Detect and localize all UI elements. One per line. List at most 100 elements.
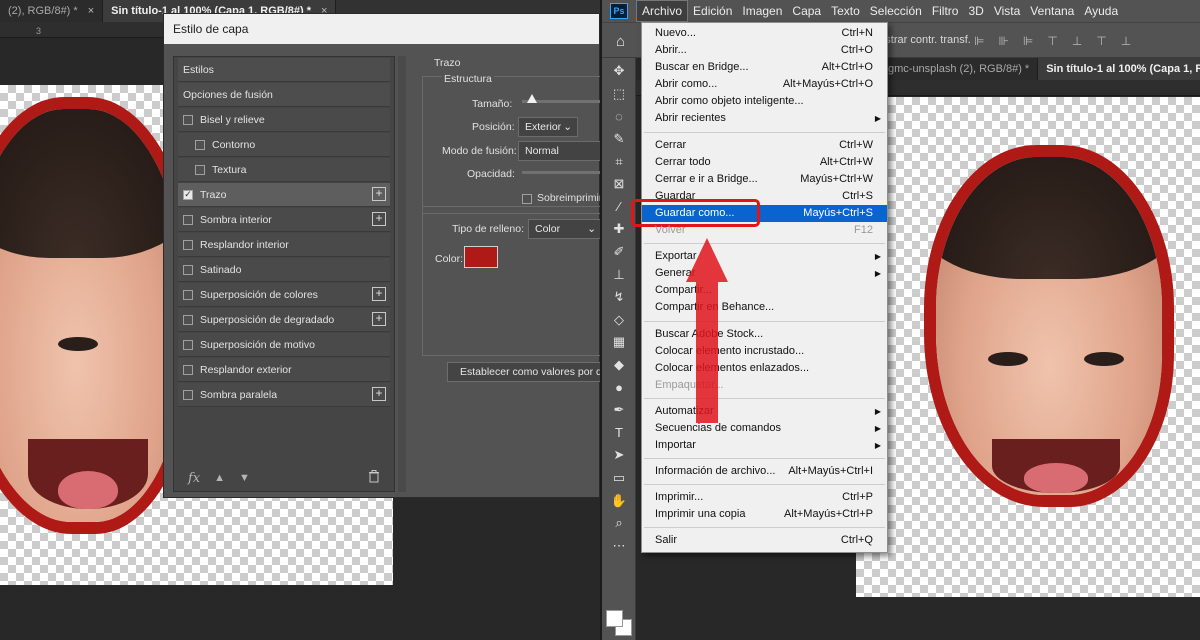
file-menu-item[interactable]: Nuevo... Ctrl+N <box>642 25 887 42</box>
zoom-tool-icon[interactable]: ⌕ <box>602 512 636 535</box>
style-item[interactable]: Superposición de colores + <box>178 283 390 307</box>
marquee-tool-icon[interactable]: ⬚ <box>602 83 636 106</box>
blend-mode-select[interactable]: Normal <box>518 141 600 161</box>
file-menu-item[interactable]: Abrir como... Alt+Mayús+Ctrl+O <box>642 76 887 93</box>
styles-scrollbar[interactable] <box>398 56 406 492</box>
distribute-icon[interactable]: ⊥ <box>1121 34 1131 48</box>
move-up-icon[interactable]: ▲ <box>214 472 225 484</box>
move-down-icon[interactable]: ▼ <box>239 472 250 484</box>
path-select-tool-icon[interactable]: ➤ <box>602 444 636 467</box>
foreground-background-colors[interactable] <box>606 602 632 636</box>
style-item[interactable]: Superposición de degradado + <box>178 308 390 332</box>
style-checkbox[interactable] <box>183 114 193 125</box>
file-menu-item[interactable]: Buscar Adobe Stock... <box>642 326 887 343</box>
reset-defaults-button[interactable]: Establecer como valores por defecto <box>447 362 600 382</box>
overprint-checkbox[interactable] <box>522 194 532 204</box>
menu-selecci-n[interactable]: Selección <box>865 0 927 22</box>
menu-vista[interactable]: Vista <box>989 0 1025 22</box>
move-tool-icon[interactable]: ✥ <box>602 60 636 83</box>
file-menu-item[interactable]: Imprimir... Ctrl+P <box>642 489 887 506</box>
file-menu-item[interactable]: Automatizar ▶ <box>642 403 887 420</box>
more-tools-icon[interactable]: ⋯ <box>602 534 636 557</box>
fx-icon[interactable]: fx <box>188 471 200 486</box>
styles-header[interactable]: Estilos <box>178 58 390 82</box>
crop-tool-icon[interactable]: ⌗ <box>602 150 636 173</box>
style-checkbox[interactable] <box>183 239 193 250</box>
file-menu-item[interactable]: Generar ▶ <box>642 265 887 282</box>
trash-icon[interactable] <box>368 470 380 486</box>
document-canvas[interactable] <box>856 97 1200 597</box>
menu-filtro[interactable]: Filtro <box>927 0 964 22</box>
menu-imagen[interactable]: Imagen <box>737 0 787 22</box>
file-menu-item[interactable]: Exportar ▶ <box>642 248 887 265</box>
file-menu-item[interactable]: Abrir recientes ▶ <box>642 110 887 127</box>
history-brush-tool-icon[interactable]: ↯ <box>602 286 636 309</box>
style-item[interactable]: Textura <box>178 158 390 182</box>
style-item[interactable]: Sombra interior + <box>178 208 390 232</box>
fill-type-select[interactable]: Color ⌄ <box>528 219 600 239</box>
style-checkbox[interactable] <box>195 139 205 150</box>
file-menu-item[interactable]: Cerrar Ctrl+W <box>642 137 887 154</box>
doc-tab-previous[interactable]: (2), RGB/8#) * × <box>0 0 104 22</box>
file-menu-item[interactable]: Importar ▶ <box>642 437 887 454</box>
style-item[interactable]: Resplandor interior <box>178 233 390 257</box>
menu-capa[interactable]: Capa <box>787 0 826 22</box>
style-checkbox[interactable] <box>183 214 193 225</box>
distribute-icon[interactable]: ⊤ <box>1096 34 1106 48</box>
gradient-tool-icon[interactable]: ▦ <box>602 331 636 354</box>
menu-edici-n[interactable]: Edición <box>688 0 737 22</box>
menu-ayuda[interactable]: Ayuda <box>1079 0 1123 22</box>
style-item[interactable]: ✓ Trazo + <box>178 183 390 207</box>
file-menu-item[interactable]: Compartir en Behance... <box>642 299 887 316</box>
blending-options[interactable]: Opciones de fusión <box>178 83 390 107</box>
dodge-tool-icon[interactable]: ● <box>602 376 636 399</box>
style-item[interactable]: Sombra paralela + <box>178 383 390 407</box>
doc-tab-current[interactable]: Sin título-1 al 100% (Capa 1, RGB/8#) * <box>1038 58 1200 80</box>
file-menu-item[interactable]: Abrir... Ctrl+O <box>642 42 887 59</box>
style-item[interactable]: Contorno <box>178 133 390 157</box>
menu-ventana[interactable]: Ventana <box>1025 0 1079 22</box>
align-middle-icon[interactable]: ⊥ <box>1072 34 1082 48</box>
style-checkbox[interactable] <box>183 289 193 300</box>
style-checkbox[interactable]: ✓ <box>183 189 193 200</box>
quick-select-tool-icon[interactable]: ✎ <box>602 128 636 151</box>
add-effect-icon[interactable]: + <box>372 187 386 201</box>
menu-archivo[interactable]: Archivo <box>636 0 689 22</box>
align-center-icon[interactable]: ⊪ <box>998 34 1008 48</box>
style-checkbox[interactable] <box>183 389 193 400</box>
file-menu-item[interactable]: Abrir como objeto inteligente... <box>642 93 887 110</box>
clone-stamp-tool-icon[interactable]: ⊥ <box>602 263 636 286</box>
style-item[interactable]: Resplandor exterior <box>178 358 390 382</box>
file-menu-item[interactable]: Guardar como... Mayús+Ctrl+S <box>631 198 887 227</box>
style-item[interactable]: Superposición de motivo <box>178 333 390 357</box>
menu-3d[interactable]: 3D <box>963 0 988 22</box>
add-effect-icon[interactable]: + <box>372 312 386 326</box>
blur-tool-icon[interactable]: ◆ <box>602 354 636 377</box>
add-effect-icon[interactable]: + <box>372 287 386 301</box>
home-icon[interactable]: ⌂ <box>616 33 625 50</box>
stroke-color-swatch[interactable] <box>464 246 498 268</box>
style-item[interactable]: Satinado <box>178 258 390 282</box>
pen-tool-icon[interactable]: ✒ <box>602 399 636 422</box>
add-effect-icon[interactable]: + <box>372 387 386 401</box>
menu-texto[interactable]: Texto <box>826 0 865 22</box>
style-checkbox[interactable] <box>183 264 193 275</box>
file-menu-item[interactable]: Imprimir una copia Alt+Mayús+Ctrl+P <box>642 506 887 523</box>
align-top-icon[interactable]: ⊤ <box>1047 34 1057 48</box>
type-tool-icon[interactable]: T <box>602 422 636 445</box>
hand-tool-icon[interactable]: ✋ <box>602 489 636 512</box>
file-menu-item[interactable]: Cerrar e ir a Bridge... Mayús+Ctrl+W <box>642 171 887 188</box>
file-menu-item[interactable]: Compartir... <box>642 282 887 299</box>
file-menu-item[interactable]: Colocar elemento incrustado... <box>642 343 887 360</box>
brush-tool-icon[interactable]: ✐ <box>602 241 636 264</box>
lasso-tool-icon[interactable]: ◌ <box>602 105 636 128</box>
add-effect-icon[interactable]: + <box>372 212 386 226</box>
style-checkbox[interactable] <box>195 164 205 175</box>
opacity-slider[interactable] <box>522 171 600 174</box>
style-checkbox[interactable] <box>183 364 193 375</box>
style-item[interactable]: Bisel y relieve <box>178 108 390 132</box>
position-select[interactable]: Exterior ⌄ <box>518 117 578 137</box>
align-right-icon[interactable]: ⊫ <box>1023 34 1033 48</box>
foreground-color-swatch[interactable] <box>606 610 623 627</box>
file-menu-item[interactable]: Colocar elementos enlazados... <box>642 360 887 377</box>
